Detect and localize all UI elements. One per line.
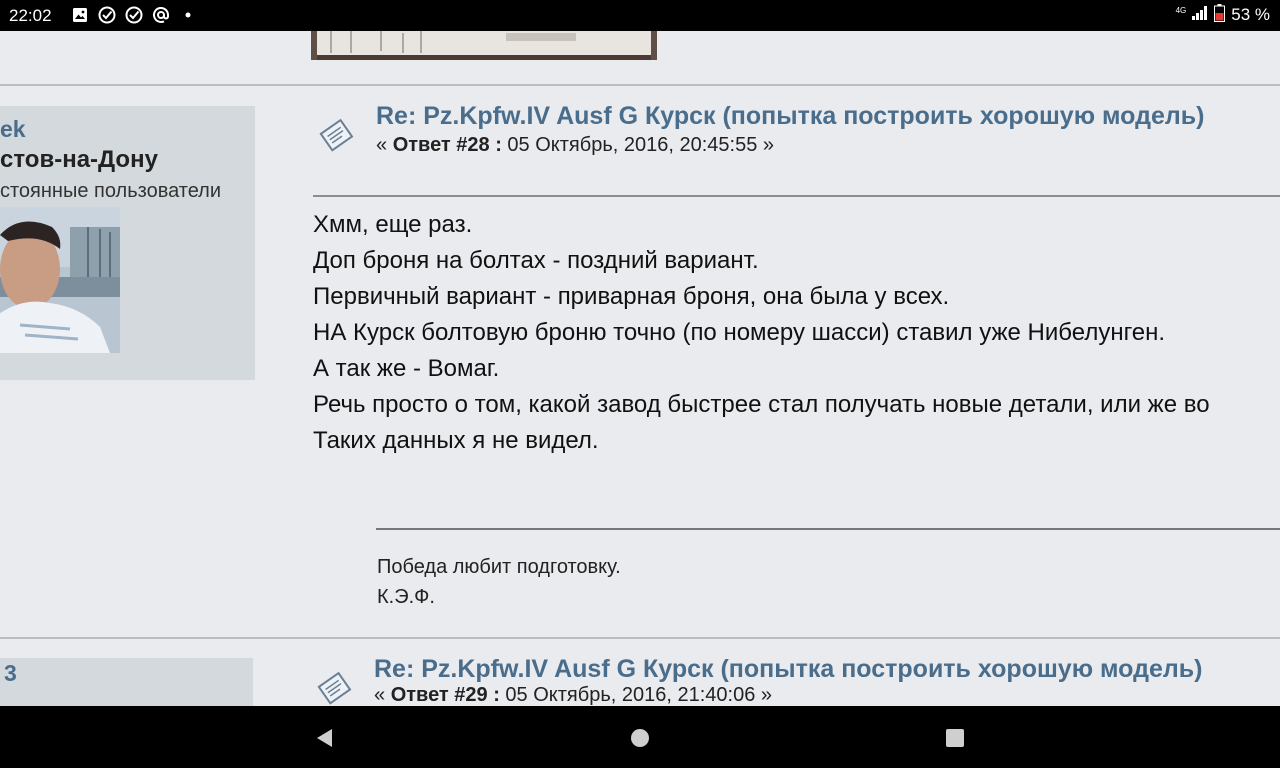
back-icon[interactable] — [312, 726, 336, 750]
signature-rule — [376, 528, 1280, 530]
check-circle-icon — [124, 6, 143, 25]
post-title-link[interactable]: Re: Pz.Kpfw.IV Ausf G Курск (попытка пос… — [376, 102, 1204, 131]
post-meta: « Ответ #29 : 05 Октябрь, 2016, 21:40:06… — [374, 684, 772, 706]
reply-number-link[interactable]: Ответ #28 : — [393, 134, 502, 156]
poster-name-link[interactable]: 3 — [4, 660, 17, 687]
battery-percent: 53 % — [1231, 5, 1270, 24]
post-date: 05 Октябрь, 2016, 21:40:06 » — [499, 684, 773, 706]
reply-number-link[interactable]: Ответ #29 : — [391, 684, 500, 706]
previous-post-image[interactable] — [311, 31, 657, 60]
check-circle-icon — [97, 6, 116, 25]
post-header-rule — [313, 195, 1280, 197]
forum-page: ek стов-на-Дону стоянные пользователи Re… — [0, 31, 1280, 706]
status-bar: 22:02 4G 53 % — [0, 0, 1280, 31]
post-body: Хмм, еще раз. Доп броня на болтах - позд… — [313, 207, 1210, 459]
body-line: Доп броня на болтах - поздний вариант. — [313, 247, 759, 274]
body-line: Первичный вариант - приварная броня, она… — [313, 283, 950, 310]
poster-group: стоянные пользователи — [0, 180, 222, 202]
post-icon — [314, 668, 356, 706]
poster-panel: 3 — [0, 658, 253, 706]
status-time: 22:02 — [9, 6, 52, 25]
body-line: Таких данных я не видел. — [313, 427, 599, 454]
network-type: 4G — [1175, 6, 1187, 15]
avatar[interactable] — [0, 207, 120, 353]
notification-icons — [70, 5, 197, 25]
signature-line: Победа любит подготовку. — [377, 556, 621, 578]
meta-prefix: « — [376, 134, 393, 156]
status-right: 4G 53 % — [1175, 3, 1270, 27]
poster-panel: ek стов-на-Дону стоянные пользователи — [0, 106, 255, 380]
recents-icon[interactable] — [943, 726, 967, 750]
signal-icon — [1192, 5, 1208, 25]
post-title-link[interactable]: Re: Pz.Kpfw.IV Ausf G Курск (попытка пос… — [374, 655, 1202, 684]
body-line: Хмм, еще раз. — [313, 211, 473, 238]
post-divider — [0, 637, 1280, 639]
body-line: Речь просто о том, какой завод быстрее с… — [313, 391, 1210, 418]
battery-icon — [1214, 3, 1226, 27]
post-icon — [316, 115, 358, 157]
navigation-bar — [0, 706, 1280, 768]
body-line: НА Курск болтовую броню точно (по номеру… — [313, 319, 1166, 346]
post-meta: « Ответ #28 : 05 Октябрь, 2016, 20:45:55… — [376, 134, 774, 157]
at-icon — [151, 6, 170, 25]
meta-prefix: « — [374, 684, 391, 706]
signature: Победа любит подготовку. К.Э.Ф. — [377, 552, 621, 612]
poster-name-link[interactable]: ek — [0, 116, 26, 143]
body-line: А так же - Вомаг. — [313, 355, 500, 382]
poster-location: стов-на-Дону — [0, 146, 158, 173]
signature-line: К.Э.Ф. — [377, 586, 435, 608]
post-divider-top — [0, 84, 1280, 86]
post-date: 05 Октябрь, 2016, 20:45:55 » — [501, 134, 775, 156]
home-icon[interactable] — [628, 726, 652, 750]
dot-icon — [178, 6, 197, 25]
image-icon — [70, 6, 89, 25]
